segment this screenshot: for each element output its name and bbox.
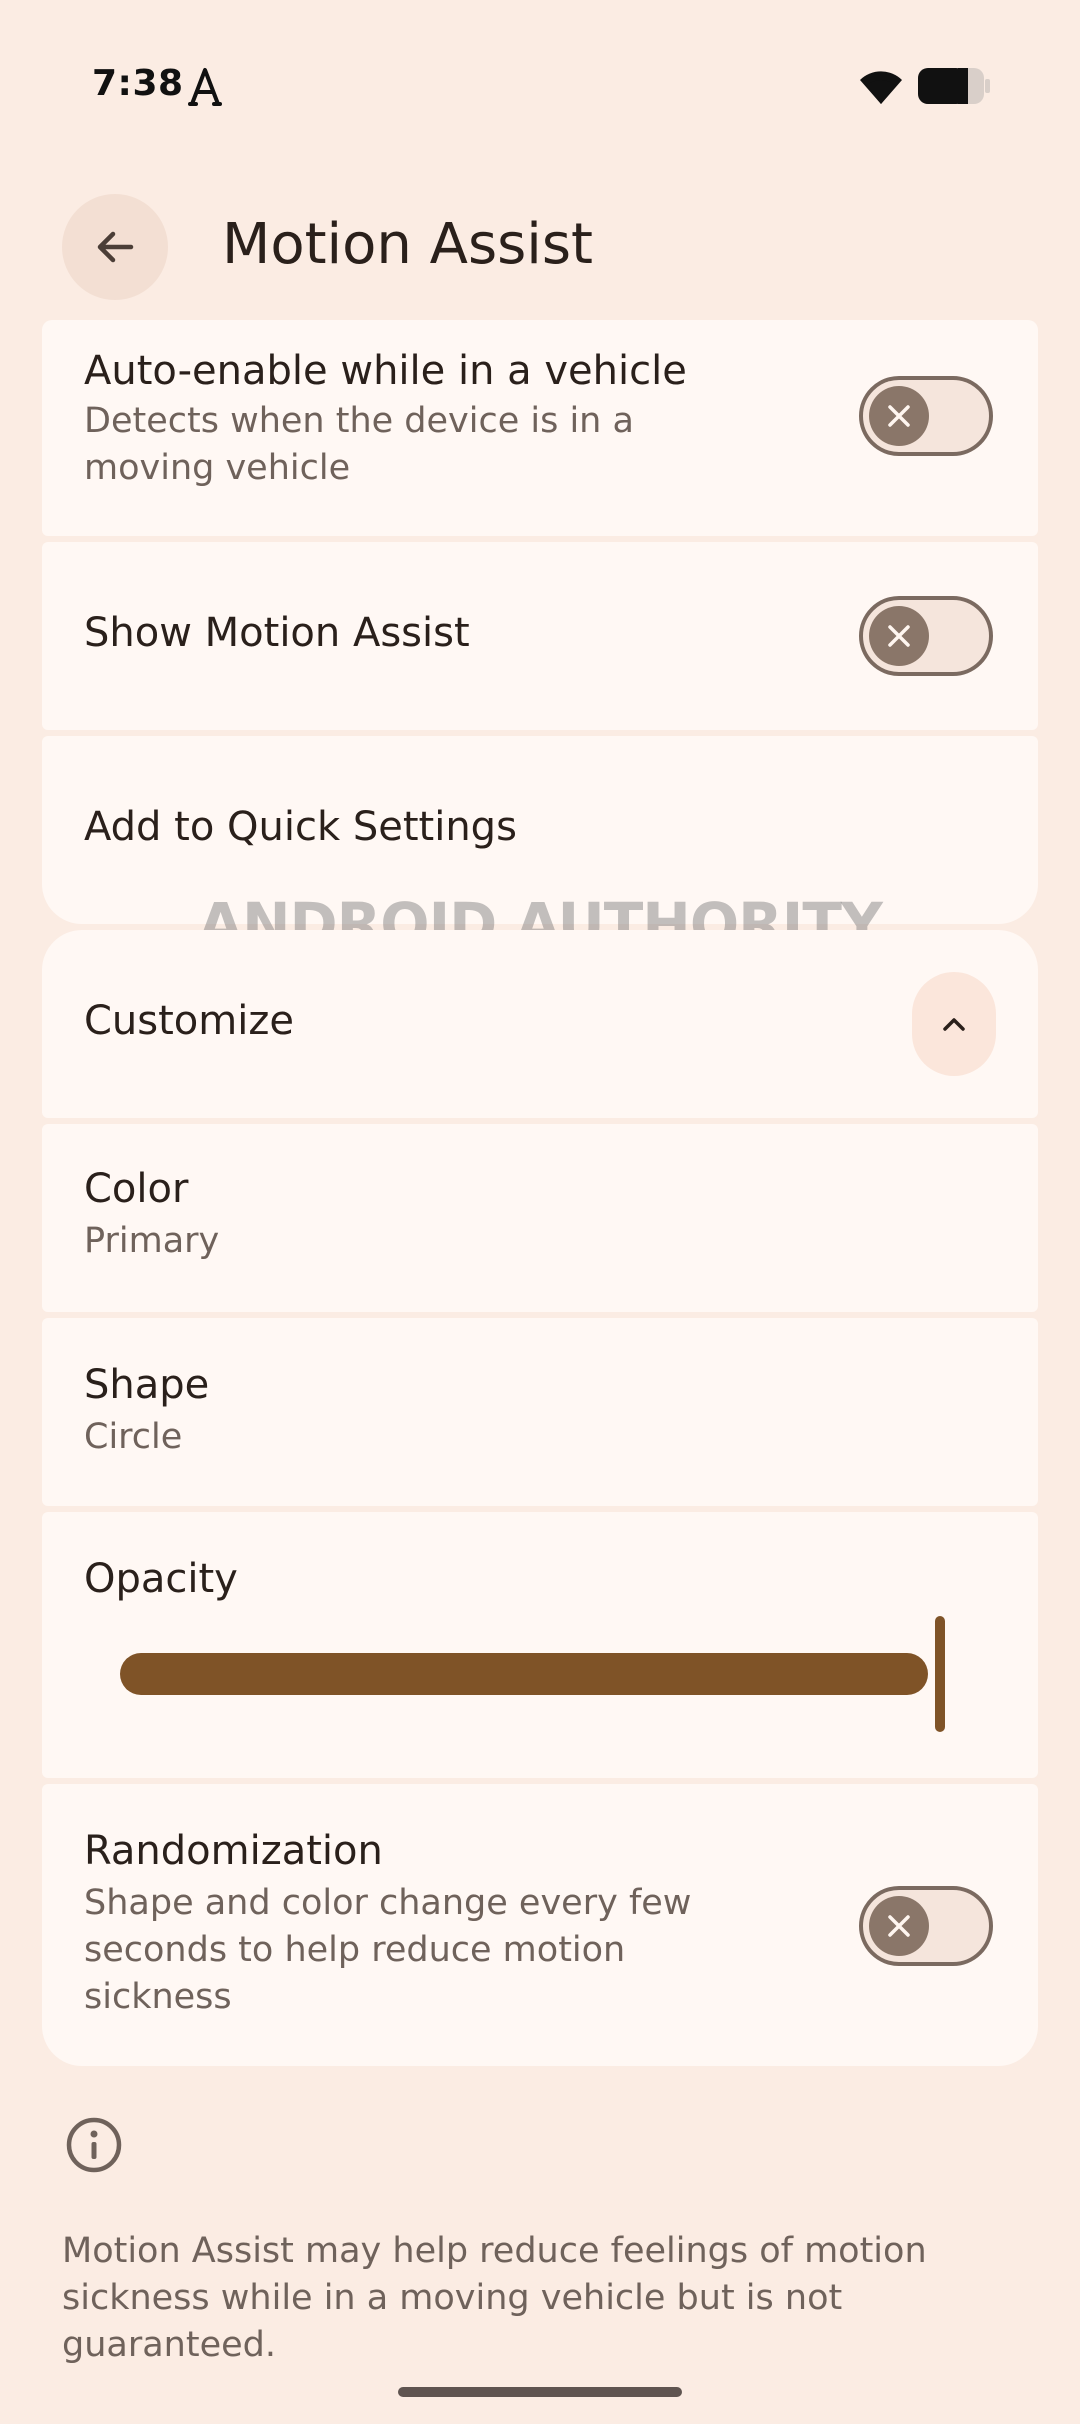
arrow-back-icon — [97, 231, 134, 263]
shape-title: Shape — [84, 1362, 210, 1408]
show-motion-assist-row[interactable]: Show Motion Assist — [42, 542, 1038, 730]
auto-enable-row[interactable]: Auto-enable while in a vehicle Detects w… — [42, 320, 1038, 536]
a-logo-icon — [188, 68, 222, 106]
toggle-knob — [869, 606, 929, 666]
wifi-icon — [860, 71, 902, 104]
back-button[interactable] — [62, 194, 168, 300]
close-icon — [888, 1915, 910, 1937]
chevron-up-icon — [943, 1018, 965, 1031]
status-bar: 7:38 — [0, 0, 1080, 170]
battery-icon — [918, 68, 990, 104]
opacity-title: Opacity — [84, 1556, 238, 1602]
close-icon — [888, 625, 910, 647]
customize-row[interactable]: Customize — [42, 930, 1038, 1118]
home-indicator[interactable] — [398, 2387, 682, 2397]
color-row[interactable]: Color Primary — [42, 1124, 1038, 1312]
show-motion-assist-toggle[interactable] — [859, 596, 993, 676]
status-time: 7:38 — [92, 63, 184, 104]
toggle-knob — [869, 386, 929, 446]
opacity-slider-track[interactable] — [120, 1653, 928, 1695]
collapse-button[interactable] — [912, 972, 996, 1076]
auto-enable-subtitle: Detects when the device is in a moving v… — [84, 401, 634, 488]
disclaimer-text: Motion Assist may help reduce feelings o… — [62, 2231, 927, 2365]
opacity-slider-handle[interactable] — [935, 1616, 945, 1732]
opacity-row: Opacity — [42, 1512, 1038, 1778]
customize-title: Customize — [84, 998, 294, 1044]
color-title: Color — [84, 1166, 189, 1212]
show-motion-assist-title: Show Motion Assist — [84, 610, 470, 656]
color-value: Primary — [84, 1221, 220, 1261]
randomization-subtitle: Shape and color change every few seconds… — [84, 1883, 692, 2017]
randomization-toggle[interactable] — [859, 1886, 993, 1966]
randomization-row[interactable]: Randomization Shape and color change eve… — [42, 1784, 1038, 2066]
close-icon — [888, 405, 910, 427]
toggle-knob — [869, 1896, 929, 1956]
quick-settings-title: Add to Quick Settings — [84, 804, 517, 850]
info-icon — [66, 2117, 122, 2173]
auto-enable-toggle[interactable] — [859, 376, 993, 456]
shape-value: Circle — [84, 1417, 183, 1457]
page-title: Motion Assist — [222, 212, 593, 277]
shape-row[interactable]: Shape Circle — [42, 1318, 1038, 1506]
auto-enable-title: Auto-enable while in a vehicle — [84, 348, 687, 394]
randomization-title: Randomization — [84, 1828, 383, 1874]
